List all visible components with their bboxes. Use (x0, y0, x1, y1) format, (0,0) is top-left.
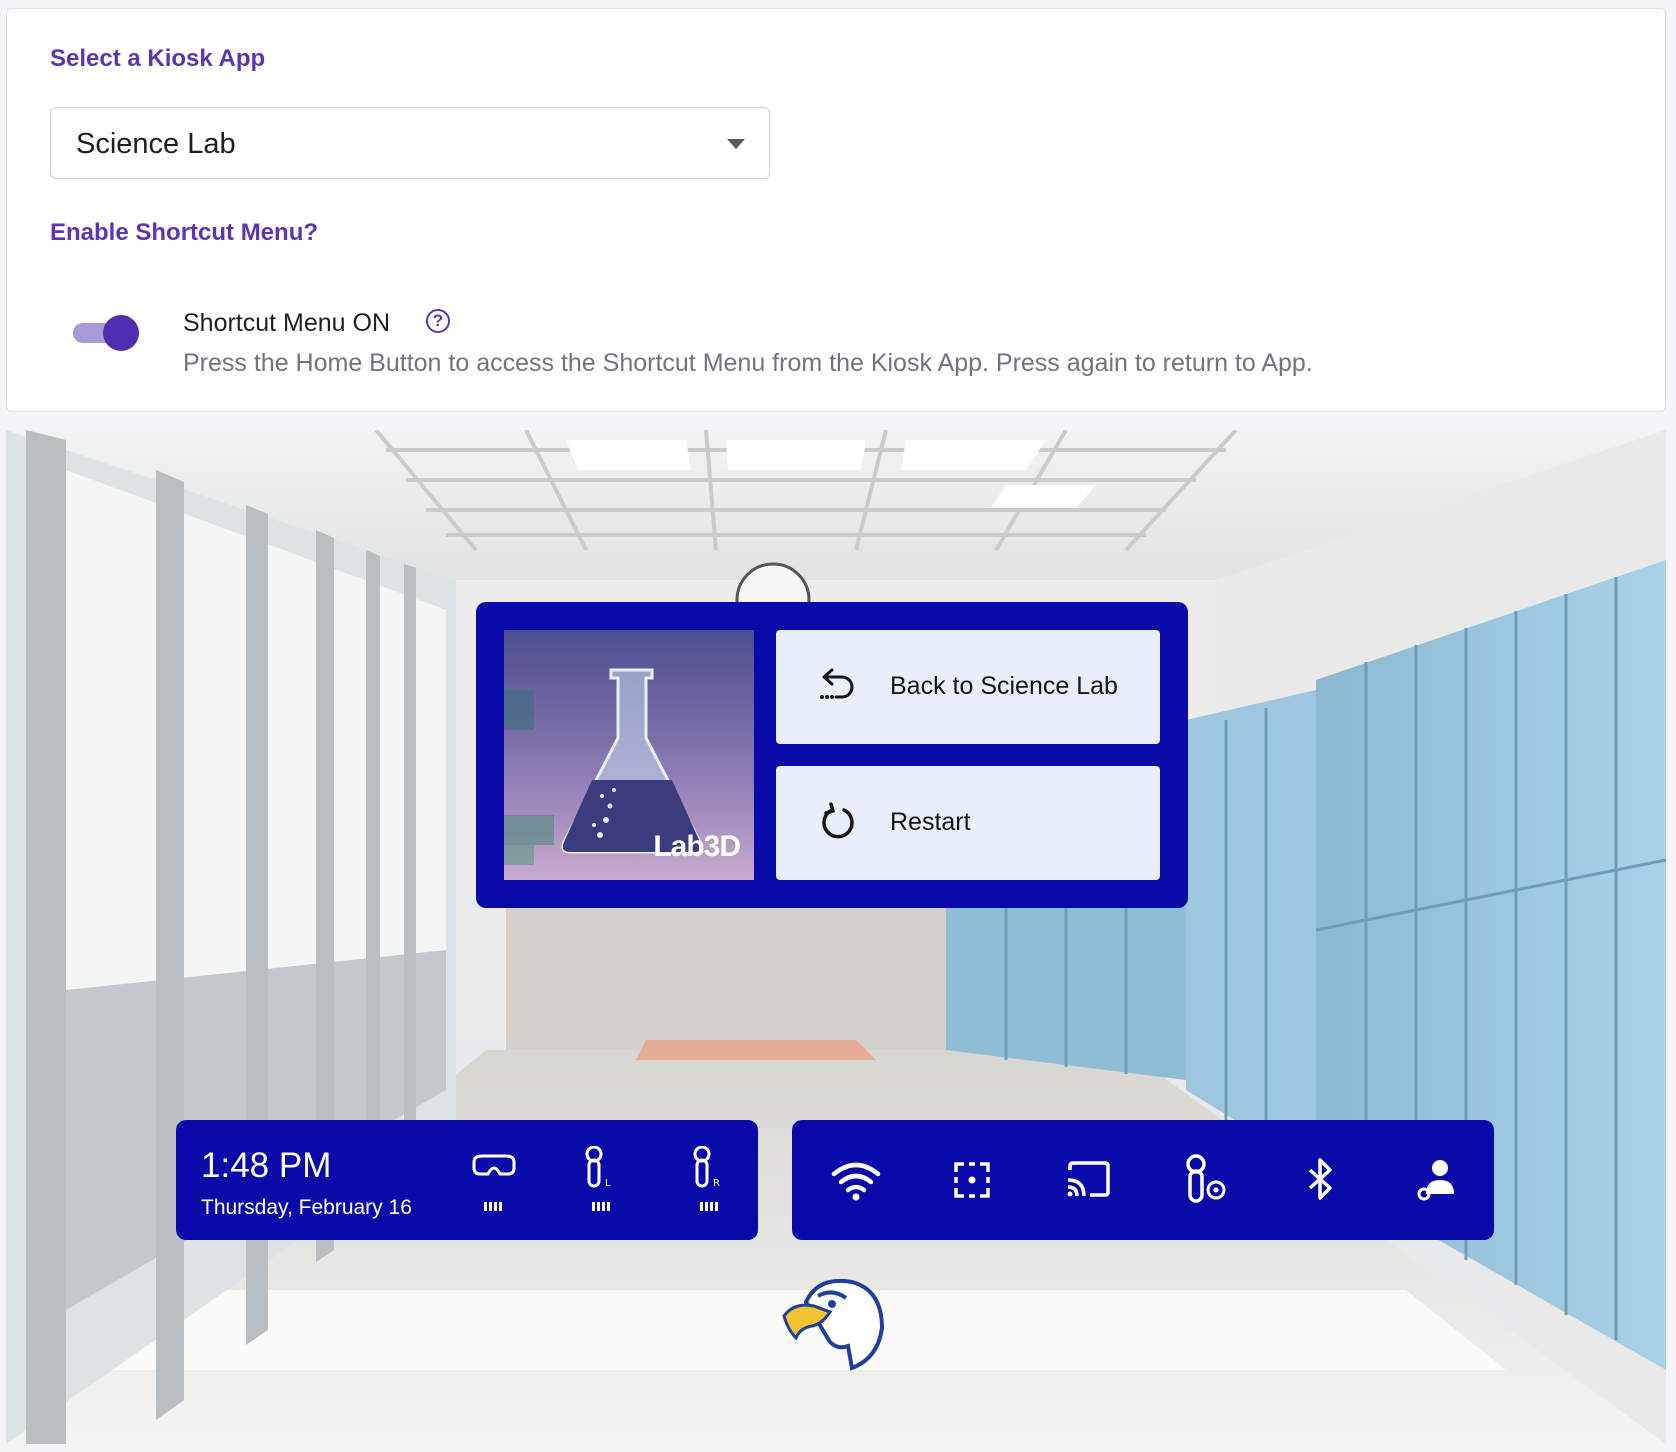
left-controller-battery-icon (592, 1202, 610, 1211)
clock-date: Thursday, February 16 (201, 1196, 412, 1219)
app-thumbnail-title: Lab3D (653, 830, 741, 863)
restart-label: Restart (890, 808, 971, 836)
restart-button[interactable]: Restart (776, 766, 1160, 880)
controller-settings-icon (1186, 1154, 1226, 1203)
back-arrow-icon (820, 668, 854, 699)
clock-time: 1:48 PM (201, 1146, 332, 1185)
app-thumbnail: Lab3D (504, 630, 754, 880)
kiosk-preview: Lab3D Back to Science Lab Restart 1:48 P… (6, 430, 1666, 1444)
left-controller-icon: L (585, 1145, 611, 1189)
right-controller-battery-icon (700, 1202, 718, 1211)
quick-tools-panel (792, 1120, 1494, 1240)
left-side-marker: L (605, 1178, 611, 1189)
shortcut-menu-toggle[interactable] (71, 315, 141, 351)
status-panel: 1:48 PM Thursday, February 16 L R (176, 1120, 758, 1240)
help-icon[interactable]: ? (426, 309, 450, 333)
shortcut-menu-panel: Lab3D Back to Science Lab Restart (476, 602, 1188, 908)
kiosk-settings-card: Select a Kiosk App Science Lab Enable Sh… (6, 8, 1666, 412)
headset-status (464, 1146, 524, 1216)
right-side-marker: R (713, 1178, 720, 1189)
guardian-boundary-icon (954, 1162, 990, 1198)
right-controller-icon: R (693, 1145, 720, 1189)
shortcut-menu-label: Enable Shortcut Menu? (50, 219, 319, 246)
restart-icon (822, 802, 854, 839)
headset-icon (472, 1154, 516, 1176)
shortcut-menu-description: Press the Home Button to access the Shor… (183, 349, 1313, 377)
boundary-button[interactable] (942, 1150, 1002, 1210)
cast-button[interactable] (1058, 1150, 1118, 1210)
eagle-mascot-logo (782, 1279, 885, 1371)
dropdown-caret-icon (727, 139, 745, 149)
kiosk-app-select[interactable]: Science Lab (50, 107, 770, 179)
account-settings-icon (1417, 1160, 1454, 1201)
wifi-icon (831, 1162, 881, 1201)
bluetooth-icon (1308, 1158, 1332, 1200)
kiosk-app-label: Select a Kiosk App (50, 45, 266, 72)
cast-icon (1067, 1161, 1110, 1197)
headset-battery-icon (484, 1202, 502, 1211)
back-to-app-label: Back to Science Lab (890, 672, 1118, 700)
toggle-thumb (103, 315, 139, 351)
controller-settings-button[interactable] (1174, 1150, 1234, 1210)
wifi-button[interactable] (826, 1150, 886, 1210)
kiosk-app-selected-value: Science Lab (76, 128, 236, 160)
right-controller-status: R (680, 1145, 740, 1216)
left-controller-status: L (572, 1145, 632, 1216)
back-to-app-button[interactable]: Back to Science Lab (776, 630, 1160, 744)
account-settings-button[interactable] (1406, 1150, 1466, 1210)
bluetooth-button[interactable] (1290, 1150, 1350, 1210)
shortcut-menu-status: Shortcut Menu ON (183, 309, 391, 337)
